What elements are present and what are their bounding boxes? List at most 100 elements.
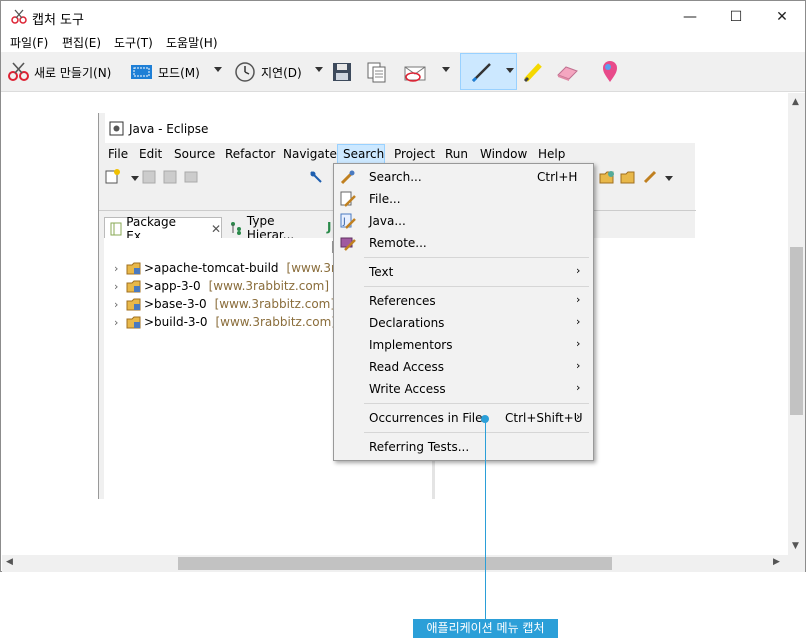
project-repo: [www.3rabbitz.com] [215, 315, 336, 329]
svg-text:J: J [342, 217, 346, 227]
scissors-icon [11, 9, 27, 24]
tab-type-hierarchy[interactable]: Type Hierar... [225, 214, 325, 242]
scroll-left-icon[interactable]: ◀ [6, 557, 13, 567]
expand-arrow-icon[interactable]: › [114, 316, 126, 329]
eclipse-icon [109, 121, 124, 136]
minimize-button[interactable]: — [667, 1, 713, 32]
menu-item-implementors[interactable]: Implementors › [334, 334, 593, 356]
eclipse-menu-navigate[interactable]: Navigate [283, 147, 337, 161]
scroll-right-icon[interactable]: ▶ [773, 557, 780, 567]
toolbar: 새로 만들기(N) 모드(M) 지연(D) [1, 52, 805, 92]
menu-item-write-access[interactable]: Write Access › [334, 378, 593, 400]
delay-dropdown-arrow[interactable] [315, 67, 323, 72]
eclipse-menu-refactor[interactable]: Refactor [225, 147, 275, 161]
menu-item-label: Declarations [369, 316, 445, 330]
pen-button[interactable] [460, 53, 517, 90]
vertical-scroll-thumb[interactable] [790, 247, 803, 415]
highlighter-icon[interactable] [521, 60, 545, 84]
disabled-toolbar-icons [142, 170, 198, 184]
pen-dropdown-arrow[interactable] [506, 68, 514, 73]
pin-icon[interactable] [308, 169, 324, 185]
eclipse-menu-edit[interactable]: Edit [139, 147, 162, 161]
tree-item-build-3-0[interactable]: › >build-3-0 [www.3rabbitz.com] [114, 313, 336, 331]
rectangle-mode-icon [131, 65, 152, 79]
eclipse-menu-project[interactable]: Project [394, 147, 435, 161]
eraser-icon[interactable] [554, 61, 580, 83]
pen-icon [471, 63, 491, 83]
project-icon [126, 298, 141, 311]
menu-item-shortcut: Ctrl+Shift+U [505, 411, 583, 425]
tree-item-base-3-0[interactable]: › >base-3-0 [www.3rabbitz.com] [114, 295, 335, 313]
menu-file[interactable]: 파일(F) [10, 34, 48, 51]
tree-item-apache-tomcat-build[interactable]: › >apache-tomcat-build [www.3rab [114, 259, 351, 277]
expand-arrow-icon[interactable]: › [114, 298, 126, 311]
menu-separator [364, 286, 589, 287]
eclipse-menu-help[interactable]: Help [538, 147, 565, 161]
menu-item-references[interactable]: References › [334, 290, 593, 312]
mode-dropdown-arrow[interactable] [214, 67, 222, 72]
submenu-arrow-icon: › [576, 315, 581, 328]
eclipse-menu-window[interactable]: Window [480, 147, 527, 161]
send-dropdown-arrow[interactable] [442, 67, 450, 72]
menu-item-search[interactable]: Search... Ctrl+H [334, 166, 593, 188]
menu-item-text[interactable]: Text › [334, 261, 593, 283]
menu-item-label: File... [369, 192, 401, 206]
eclipse-menu-search[interactable]: Search [343, 147, 384, 161]
delay-button[interactable]: 지연(D) [234, 61, 302, 83]
menu-item-occurrences-in-file[interactable]: Occurrences in File Ctrl+Shift+U › [334, 407, 593, 429]
scroll-down-icon[interactable]: ▼ [792, 541, 799, 551]
menu-help[interactable]: 도움말(H) [166, 34, 218, 51]
project-icon [126, 280, 141, 293]
save-icon[interactable] [331, 61, 353, 83]
menu-item-shortcut: Ctrl+H [537, 170, 578, 184]
project-name: >app-3-0 [144, 279, 201, 293]
scroll-up-icon[interactable]: ▲ [792, 97, 799, 107]
tree-item-app-3-0[interactable]: › >app-3-0 [www.3rabbitz.com] [114, 277, 329, 295]
open-type-icons[interactable] [599, 169, 679, 185]
project-repo: [www.3rabbitz.com] [214, 297, 336, 311]
tab-package-explorer[interactable]: Package Ex... ✕ [104, 215, 222, 243]
expand-arrow-icon[interactable]: › [114, 262, 126, 275]
menu-item-label: Remote... [369, 236, 427, 250]
maximize-button[interactable]: ☐ [713, 1, 759, 32]
menu-item-declarations[interactable]: Declarations › [334, 312, 593, 334]
menu-edit[interactable]: 편집(E) [62, 34, 101, 51]
horizontal-scrollbar[interactable]: ◀ ▶ [2, 555, 788, 572]
menu-item-remote[interactable]: Remote... [334, 232, 593, 254]
scissors-icon [8, 62, 29, 81]
menu-item-referring-tests[interactable]: Referring Tests... [334, 436, 593, 458]
eclipse-menu-source[interactable]: Source [174, 147, 215, 161]
paint3d-icon[interactable] [599, 60, 621, 84]
menu-separator [364, 432, 589, 433]
search-icon [340, 170, 355, 185]
eclipse-title: Java - Eclipse [129, 122, 209, 136]
menu-item-file[interactable]: File... [334, 188, 593, 210]
new-wizard-icon[interactable] [105, 169, 145, 185]
search-dropdown-menu: Search... Ctrl+H File... J Java... Remot… [333, 163, 594, 461]
callout-label: 애플리케이션 메뉴 캡처 [413, 619, 558, 638]
menu-item-java[interactable]: J Java... [334, 210, 593, 232]
eclipse-menu-run[interactable]: Run [445, 147, 468, 161]
menu-item-label: Search... [369, 170, 422, 184]
copy-icon[interactable] [366, 61, 388, 83]
delay-label: 지연(D) [261, 65, 302, 80]
hierarchy-icon [231, 222, 241, 235]
new-capture-button[interactable]: 새로 만들기(N) [7, 61, 111, 83]
vertical-scrollbar[interactable]: ▲ ▼ [788, 93, 805, 555]
eclipse-menu-file[interactable]: File [108, 147, 128, 161]
close-button[interactable]: ✕ [759, 1, 805, 32]
menu-item-label: Java... [369, 214, 406, 228]
window-title: 캡처 도구 [32, 13, 84, 28]
horizontal-scroll-thumb[interactable] [178, 557, 612, 570]
remote-search-icon [340, 237, 356, 251]
scrollbar-corner [788, 555, 805, 572]
java-search-icon: J [340, 213, 356, 229]
send-email-icon[interactable] [403, 61, 429, 83]
tab-close-icon[interactable]: ✕ [211, 222, 221, 236]
submenu-arrow-icon: › [576, 410, 581, 423]
project-name: >apache-tomcat-build [144, 261, 279, 275]
menu-tools[interactable]: 도구(T) [114, 34, 153, 51]
mode-button[interactable]: 모드(M) [130, 61, 200, 83]
expand-arrow-icon[interactable]: › [114, 280, 126, 293]
menu-item-read-access[interactable]: Read Access › [334, 356, 593, 378]
